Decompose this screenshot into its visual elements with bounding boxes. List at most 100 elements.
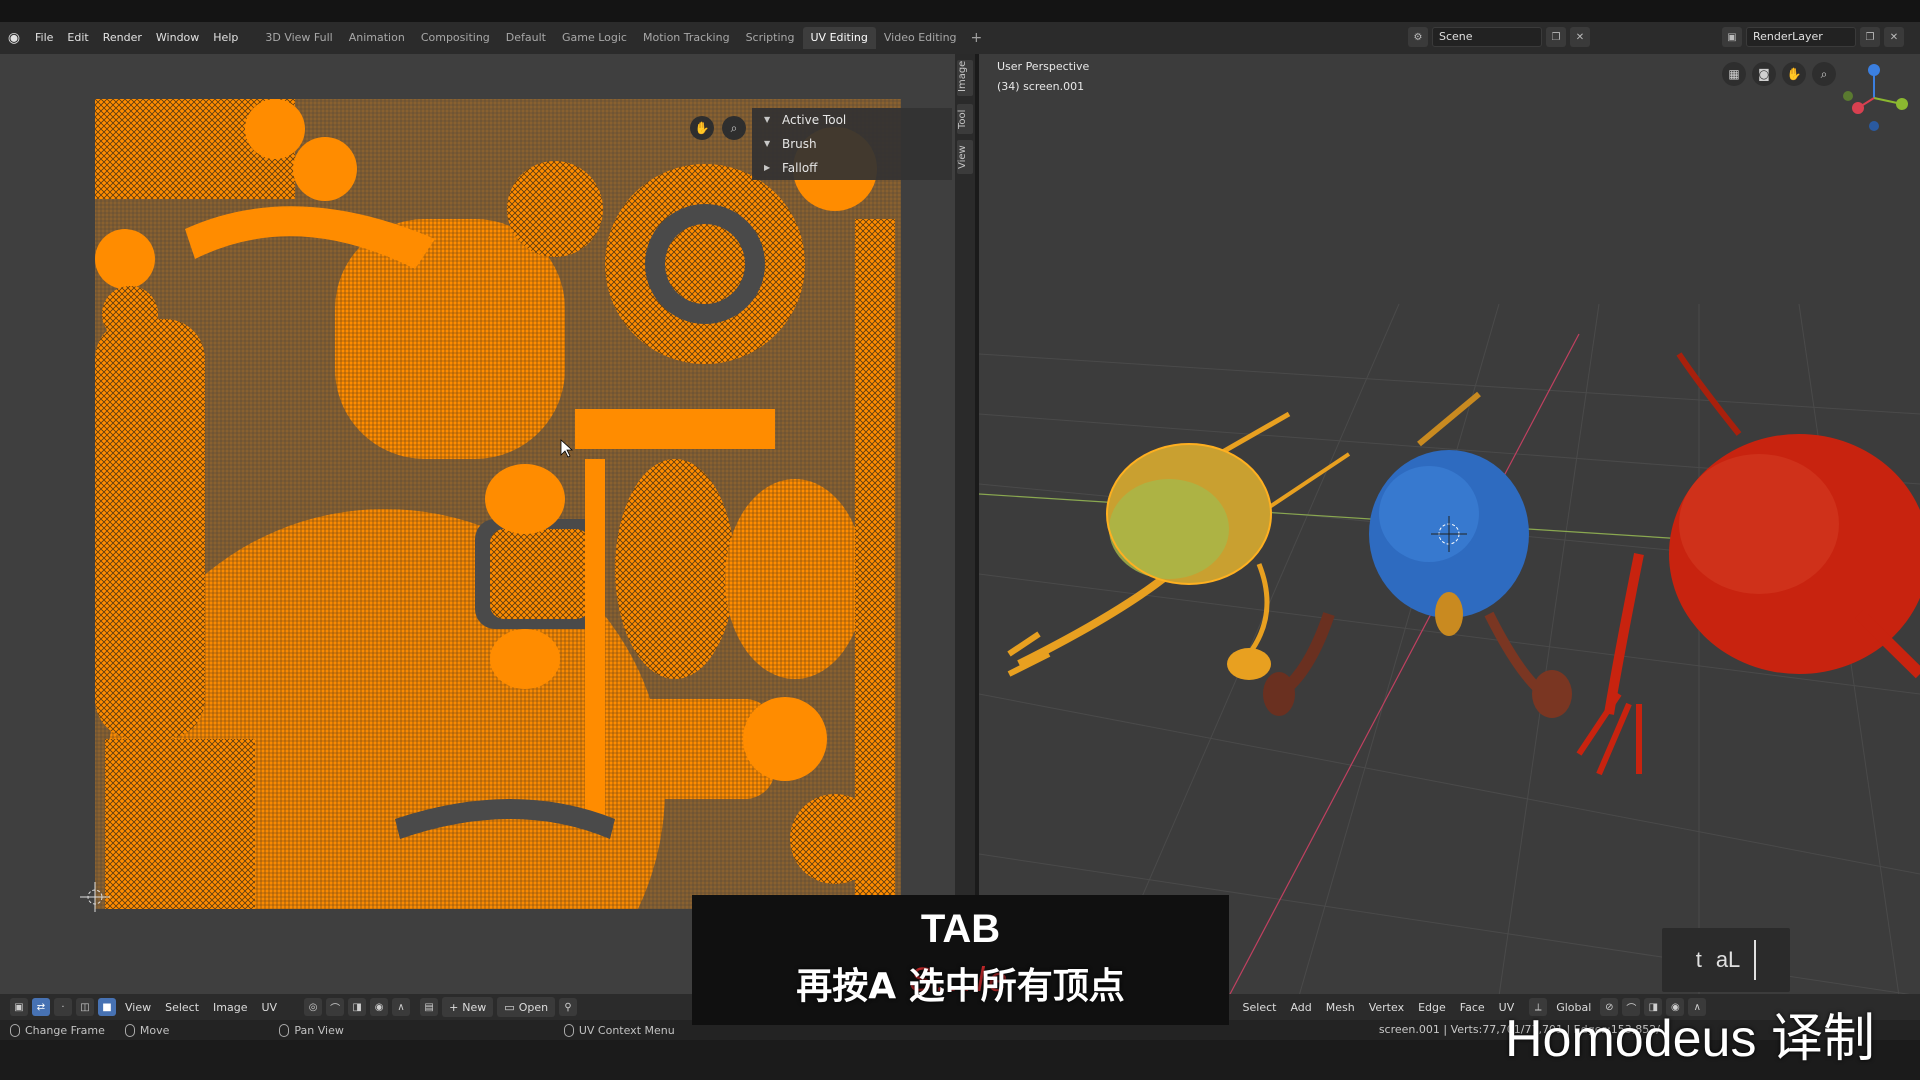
y-axis-icon (1896, 98, 1908, 110)
panel-falloff[interactable]: ▶ Falloff (752, 156, 952, 180)
vp-menu-mesh[interactable]: Mesh (1319, 1001, 1362, 1014)
3d-viewport[interactable]: User Perspective (34) screen.001 ▦ ◙ ✋ ⌕ (979, 54, 1920, 996)
vp-menu-face[interactable]: Face (1453, 1001, 1492, 1014)
2d-cursor-icon[interactable] (80, 882, 110, 912)
status-context-menu-label: UV Context Menu (578, 1023, 675, 1037)
tab-video-editing[interactable]: Video Editing (876, 27, 965, 49)
vp-menu-select[interactable]: Select (1236, 1001, 1284, 1014)
workspace-tabs: 3D View Full Animation Compositing Defau… (257, 22, 988, 54)
image-browse-icon[interactable]: ▤ (420, 998, 439, 1016)
mouse-middle-icon (124, 1023, 135, 1037)
pan-hand-icon[interactable]: ✋ (1782, 62, 1806, 86)
grid-view-icon[interactable]: ▦ (1722, 62, 1746, 86)
falloff-icon[interactable]: ∧ (392, 998, 411, 1016)
add-workspace-icon[interactable]: + (965, 30, 989, 46)
text-cursor (1754, 940, 1757, 980)
panel-active-tool[interactable]: ▼ Active Tool (752, 108, 952, 132)
vtab-tool[interactable]: Tool (957, 104, 973, 134)
uv-menu-select[interactable]: Select (158, 1001, 206, 1014)
status-pan-view: Pan View (269, 1023, 353, 1037)
mouse-right-icon (563, 1023, 574, 1037)
menu-render[interactable]: Render (96, 22, 149, 54)
navigation-gizmo[interactable] (1836, 60, 1912, 136)
menu-window[interactable]: Window (149, 22, 206, 54)
tab-default[interactable]: Default (498, 27, 554, 49)
uv-editor[interactable]: ✋ ⌕ ▼ Active Tool ▼ Brush ▶ Falloff (0, 54, 955, 996)
subtitle-line: 再按A 选中所有顶点 (796, 966, 1125, 1007)
uv-menu-uv[interactable]: UV (255, 1001, 285, 1014)
uv-vertical-tabs: Image Tool View (955, 54, 975, 996)
camera-icon[interactable]: ◙ (1752, 62, 1776, 86)
pan-hand-icon[interactable]: ✋ (690, 116, 714, 140)
menu-help[interactable]: Help (206, 22, 245, 54)
panel-active-tool-label: Active Tool (782, 113, 847, 127)
z-axis-icon (1868, 64, 1880, 76)
uv-map-canvas[interactable] (95, 99, 901, 909)
status-move-label: Move (139, 1023, 170, 1037)
tab-3d-view-full[interactable]: 3D View Full (257, 27, 340, 49)
status-pan-view-label: Pan View (294, 1023, 344, 1037)
tab-game-logic[interactable]: Game Logic (554, 27, 635, 49)
menu-edit[interactable]: Edit (60, 22, 95, 54)
snap-icon[interactable]: ⌒ (326, 998, 345, 1016)
new-image-button[interactable]: + New (442, 997, 494, 1017)
scene-selector: ⚙ Scene ❐ ✕ (1408, 27, 1590, 47)
open-image-label: Open (518, 1000, 549, 1014)
uv-sync-icon[interactable]: ⇄ (32, 998, 50, 1016)
vp-menu-vertex[interactable]: Vertex (1362, 1001, 1411, 1014)
zoom-icon[interactable]: ⌕ (1812, 62, 1836, 86)
uv-menu-view[interactable]: View (118, 1001, 158, 1014)
panel-falloff-label: Falloff (782, 161, 818, 175)
keystroke-b: aL (1715, 947, 1741, 972)
uv-nav-tools: ✋ ⌕ (690, 116, 746, 140)
vtab-image[interactable]: Image (957, 60, 973, 96)
scene-copy-icon[interactable]: ❐ (1546, 27, 1566, 47)
render-layer-field[interactable]: RenderLayer (1746, 27, 1856, 47)
uv-menu-image[interactable]: Image (206, 1001, 254, 1014)
tab-motion-tracking[interactable]: Motion Tracking (635, 27, 738, 49)
uv-sidebar-panel: ▼ Active Tool ▼ Brush ▶ Falloff (752, 108, 952, 180)
snap-target-icon[interactable]: ◨ (348, 998, 367, 1016)
keystroke-overlay: t aL (1662, 928, 1790, 992)
window-top-strip (0, 0, 1920, 22)
vp-menu-add[interactable]: Add (1283, 1001, 1318, 1014)
blender-logo-icon[interactable]: ◉ (0, 22, 28, 54)
vp-menu-edge[interactable]: Edge (1411, 1001, 1453, 1014)
render-layer-close-icon[interactable]: ✕ (1884, 27, 1904, 47)
tab-scripting[interactable]: Scripting (738, 27, 803, 49)
top-bar: ◉ File Edit Render Window Help 3D View F… (0, 22, 1920, 54)
scene-browse-icon[interactable]: ⚙ (1408, 27, 1428, 47)
pivot-icon[interactable]: ◎ (304, 998, 323, 1016)
menu-file[interactable]: File (28, 22, 60, 54)
proportional-edit-icon[interactable]: ◉ (370, 998, 389, 1016)
edge-select-icon[interactable]: ◫ (76, 998, 94, 1016)
folder-icon: ▭ (504, 1000, 515, 1014)
render-layer-copy-icon[interactable]: ❐ (1860, 27, 1880, 47)
status-change-frame: Change Frame (0, 1023, 115, 1037)
zoom-icon[interactable]: ⌕ (722, 116, 746, 140)
panel-brush[interactable]: ▼ Brush (752, 132, 952, 156)
expand-down-icon: ▼ (764, 115, 771, 124)
expand-right-icon: ▶ (764, 163, 771, 172)
vertex-select-icon[interactable]: · (54, 998, 72, 1016)
scene-name-field[interactable]: Scene (1432, 27, 1542, 47)
face-select-icon[interactable]: ■ (98, 998, 116, 1016)
render-layer-selector: ▣ RenderLayer ❐ ✕ (1722, 27, 1904, 47)
render-layer-browse-icon[interactable]: ▣ (1722, 27, 1742, 47)
viewport-nav-tools: ▦ ◙ ✋ ⌕ (1722, 62, 1836, 86)
open-image-button[interactable]: ▭ Open (497, 997, 556, 1017)
vtab-view[interactable]: View (957, 140, 973, 174)
plus-icon: + (449, 1000, 459, 1014)
status-change-frame-label: Change Frame (25, 1023, 105, 1037)
tab-uv-editing[interactable]: UV Editing (802, 27, 876, 49)
viewport-perspective-label: User Perspective (997, 60, 1090, 73)
pin-icon[interactable]: ⚲ (559, 998, 578, 1016)
editor-type-icon[interactable]: ▣ (10, 998, 28, 1016)
scene-close-icon[interactable]: ✕ (1570, 27, 1590, 47)
new-image-label: New (462, 1000, 487, 1014)
tab-compositing[interactable]: Compositing (413, 27, 498, 49)
mouse-left-icon (10, 1023, 20, 1037)
status-context-menu: UV Context Menu (554, 1023, 685, 1037)
subtitle-overlay: TAB S...le 再按A 选中所有顶点 (692, 895, 1229, 1025)
tab-animation[interactable]: Animation (341, 27, 413, 49)
